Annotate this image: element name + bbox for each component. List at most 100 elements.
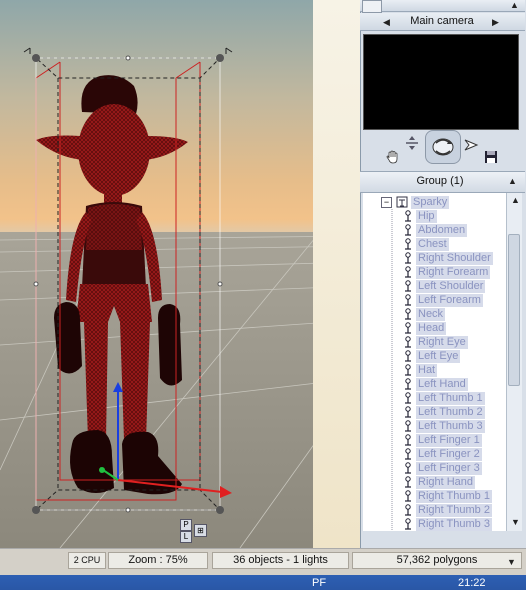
tree-item[interactable]: Left Thumb 3 bbox=[403, 419, 485, 433]
hierarchy-tree[interactable]: − Sparky Hip Abdomen Chest Right Shoulder Ri… bbox=[363, 193, 506, 531]
tree-item-label: Neck bbox=[416, 307, 446, 321]
language-indicator[interactable]: PF bbox=[312, 577, 326, 589]
bone-icon bbox=[405, 518, 411, 530]
status-dropdown-arrow[interactable]: ▼ bbox=[507, 557, 516, 567]
tree-item-label: Right Shoulder bbox=[416, 251, 493, 265]
tree-item[interactable]: Left Finger 2 bbox=[403, 447, 482, 461]
bone-icon bbox=[405, 392, 411, 404]
tree-item-label: Right Eye bbox=[416, 335, 468, 349]
bone-icon bbox=[405, 210, 411, 222]
viewport-light-overlay bbox=[313, 0, 360, 548]
bone-icon bbox=[405, 364, 411, 376]
scroll-up-arrow[interactable]: ▲ bbox=[511, 195, 520, 205]
tree-item[interactable]: Right Shoulder bbox=[403, 251, 493, 265]
tree-item-label: Left Finger 1 bbox=[416, 433, 482, 447]
bone-icon bbox=[405, 294, 411, 306]
tree-item-label: Left Hand bbox=[416, 377, 468, 391]
collapse-arrow[interactable]: ▲ bbox=[510, 0, 519, 10]
expand-icon[interactable]: ⊞ bbox=[194, 524, 207, 537]
camera-icon[interactable] bbox=[362, 0, 382, 13]
os-taskbar: PF 21:22 bbox=[0, 575, 526, 590]
tree-item[interactable]: Right Forearm bbox=[403, 265, 491, 279]
cpu-indicator: 2 CPU bbox=[68, 552, 106, 569]
dolly-icon[interactable] bbox=[402, 134, 422, 152]
3d-viewport[interactable] bbox=[0, 0, 360, 548]
tree-item[interactable]: Right Thumb 1 bbox=[403, 489, 492, 503]
tree-item-label: Left Finger 2 bbox=[416, 447, 482, 461]
tree-item-label: Left Finger 3 bbox=[416, 461, 482, 475]
fly-arrow-icon[interactable] bbox=[461, 136, 481, 154]
perspective-badge[interactable]: P bbox=[180, 519, 192, 531]
bone-icon bbox=[405, 336, 411, 348]
scroll-down-arrow[interactable]: ▼ bbox=[511, 517, 520, 527]
bone-icon bbox=[405, 504, 411, 516]
save-disk-icon[interactable] bbox=[481, 148, 501, 166]
tree-item-label: Head bbox=[416, 321, 447, 335]
orbit-rotate-icon[interactable] bbox=[425, 130, 461, 164]
group-collapse-arrow[interactable]: ▲ bbox=[508, 176, 517, 186]
camera-preview[interactable] bbox=[363, 34, 519, 130]
hand-pan-icon[interactable] bbox=[383, 148, 403, 166]
prev-camera-arrow[interactable]: ◀ bbox=[383, 17, 390, 28]
bone-icon bbox=[405, 266, 411, 278]
tree-item[interactable]: Right Thumb 2 bbox=[403, 503, 492, 517]
bone-icon bbox=[405, 462, 411, 474]
tree-item[interactable]: Left Finger 1 bbox=[403, 433, 482, 447]
scene-render[interactable] bbox=[0, 0, 360, 548]
tree-item-label: Abdomen bbox=[416, 223, 468, 237]
bone-icon bbox=[405, 252, 411, 264]
tree-item[interactable]: Chest bbox=[403, 237, 449, 251]
tree-item[interactable]: Right Hand bbox=[403, 475, 476, 489]
bone-icon bbox=[405, 378, 411, 390]
bone-icon bbox=[405, 322, 411, 334]
tree-item-label: Right Hand bbox=[416, 475, 476, 489]
tree-item-label: Chest bbox=[416, 237, 449, 251]
bone-icon bbox=[405, 476, 411, 488]
tree-item[interactable]: Left Finger 3 bbox=[403, 461, 482, 475]
bone-icon bbox=[405, 434, 411, 446]
bone-icon bbox=[405, 280, 411, 292]
ground-plane bbox=[0, 232, 360, 548]
bone-icon bbox=[405, 448, 411, 460]
tree-item[interactable]: Neck bbox=[403, 307, 446, 321]
tree-item-label: Left Thumb 2 bbox=[416, 405, 485, 419]
tree-item-label: Hip bbox=[416, 209, 437, 223]
tree-item-label: Right Thumb 2 bbox=[416, 503, 492, 517]
tree-item-label: Right Thumb 3 bbox=[416, 517, 492, 531]
tree-item-label: Hat bbox=[416, 363, 438, 377]
tree-item[interactable]: Left Shoulder bbox=[403, 279, 486, 293]
bone-icon bbox=[405, 490, 411, 502]
tree-item-label: Left Eye bbox=[416, 349, 461, 363]
group-panel-header[interactable]: Group (1) ▲ bbox=[360, 171, 525, 193]
tree-item[interactable]: Abdomen bbox=[403, 223, 468, 237]
tree-item[interactable]: Right Eye bbox=[403, 335, 468, 349]
tree-item-label: Left Shoulder bbox=[416, 279, 486, 293]
bone-icon bbox=[405, 350, 411, 362]
tree-item[interactable]: Right Thumb 3 bbox=[403, 517, 492, 531]
tree-item[interactable]: Left Forearm bbox=[403, 293, 483, 307]
tree-item[interactable]: Head bbox=[403, 321, 447, 335]
bone-icon bbox=[405, 406, 411, 418]
clock[interactable]: 21:22 bbox=[458, 577, 486, 589]
tree-item-label: Left Forearm bbox=[416, 293, 483, 307]
tree-item[interactable]: Left Hand bbox=[403, 377, 468, 391]
next-camera-arrow[interactable]: ▶ bbox=[492, 17, 499, 28]
tree-item-label: Right Thumb 1 bbox=[416, 489, 492, 503]
zoom-indicator[interactable]: Zoom : 75% bbox=[108, 552, 208, 569]
tree-item[interactable]: Left Eye bbox=[403, 349, 461, 363]
object-count: 36 objects - 1 lights bbox=[212, 552, 349, 569]
bone-icon bbox=[405, 238, 411, 250]
scrollbar-thumb[interactable] bbox=[508, 234, 520, 386]
camera-title[interactable]: Main camera bbox=[404, 15, 480, 27]
tree-item-label: Left Thumb 1 bbox=[416, 391, 485, 405]
group-title: Group (1) bbox=[416, 175, 464, 187]
tree-item-label: Left Thumb 3 bbox=[416, 419, 485, 433]
bone-icon bbox=[405, 308, 411, 320]
tree-item[interactable]: Hat bbox=[403, 363, 438, 377]
tree-item[interactable]: Left Thumb 1 bbox=[403, 391, 485, 405]
tree-item[interactable]: Hip bbox=[403, 209, 437, 223]
tree-item[interactable]: Left Thumb 2 bbox=[403, 405, 485, 419]
polygon-count: 57,362 polygons bbox=[352, 552, 522, 569]
panel-top-bar: ▲ bbox=[360, 0, 525, 13]
lights-badge[interactable]: L bbox=[180, 531, 192, 543]
